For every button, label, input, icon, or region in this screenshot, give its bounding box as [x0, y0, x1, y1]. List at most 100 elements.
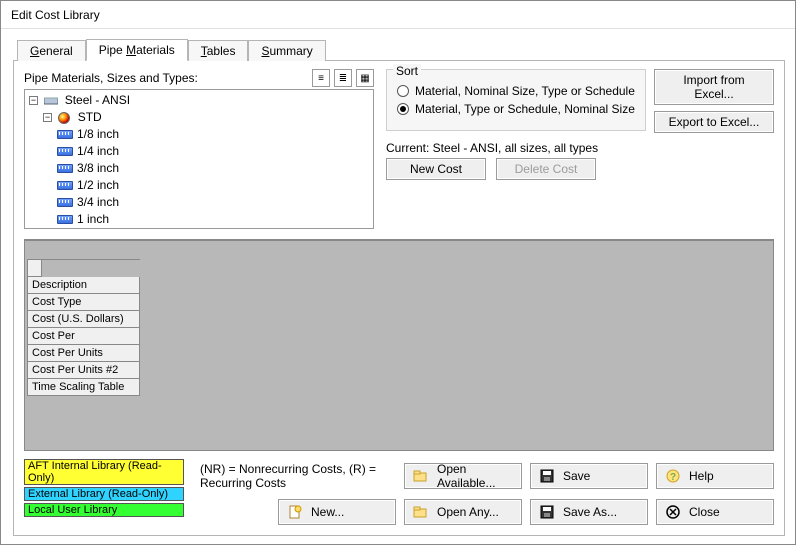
tree-root-label: Steel - ANSI — [65, 93, 130, 107]
tree-toolbar: ≡ ≣ ▦ — [312, 69, 374, 87]
tab-summary[interactable]: Summary — [248, 40, 325, 61]
grid-row-header[interactable]: Time Scaling Table — [28, 379, 140, 396]
tree-std-label: STD — [78, 110, 102, 124]
cost-grid-area[interactable]: Description Cost Type Cost (U.S. Dollars… — [24, 239, 774, 451]
new-button[interactable]: New... — [278, 499, 396, 525]
collapse-node-icon[interactable]: ≣ — [334, 69, 352, 87]
legend-local: Local User Library — [24, 503, 184, 517]
material-tree[interactable]: − Steel - ANSI − STD — [24, 89, 374, 229]
sort-option-1[interactable]: Material, Nominal Size, Type or Schedule — [397, 84, 635, 98]
legend-external: External Library (Read-Only) — [24, 487, 184, 501]
sort-group: Sort Material, Nominal Size, Type or Sch… — [386, 69, 646, 131]
size-icon — [57, 164, 73, 173]
schedule-icon — [58, 112, 70, 124]
tab-tables[interactable]: Tables — [188, 40, 249, 61]
select-node-icon[interactable]: ▦ — [356, 69, 374, 87]
sort-opt1-label: Material, Nominal Size, Type or Schedule — [415, 84, 635, 98]
pipe-icon — [44, 95, 58, 107]
tree-node-size[interactable]: 3/4 inch — [57, 194, 373, 211]
library-legend: AFT Internal Library (Read-Only) Externa… — [24, 459, 184, 519]
grid-row-header[interactable]: Cost Type — [28, 294, 140, 311]
tab-general-key: G — [30, 44, 39, 58]
svg-text:?: ? — [670, 472, 676, 483]
tree-column: Pipe Materials, Sizes and Types: ≡ ≣ ▦ − — [24, 69, 374, 229]
save-button[interactable]: Save — [530, 463, 648, 489]
tree-node-size[interactable]: 1/8 inch — [57, 126, 373, 143]
btn-label: Save — [563, 469, 590, 483]
sort-opt2-label: Material, Type or Schedule, Nominal Size — [415, 102, 635, 116]
window-title: Edit Cost Library — [11, 8, 100, 22]
excel-buttons: Import from Excel... Export to Excel... — [654, 69, 774, 133]
grid-row-header[interactable]: Cost Per Units #2 — [28, 362, 140, 379]
new-cost-button[interactable]: New Cost — [386, 158, 486, 180]
close-icon — [665, 504, 681, 520]
dialog-window: Edit Cost Library General Pipe Materials… — [0, 0, 796, 545]
row-headers: Description Cost Type Cost (U.S. Dollars… — [27, 259, 140, 396]
collapse-icon[interactable]: − — [29, 96, 38, 105]
size-icon — [57, 130, 73, 139]
folder-open-icon — [413, 468, 429, 484]
size-icon — [57, 181, 73, 190]
grid-row-header[interactable]: Description — [28, 277, 140, 294]
close-button[interactable]: Close — [656, 499, 774, 525]
btn-label: Open Any... — [437, 505, 499, 519]
tab-tables-key: T — [201, 44, 207, 58]
help-button[interactable]: ? Help — [656, 463, 774, 489]
new-file-icon — [287, 504, 303, 520]
right-column: Sort Material, Nominal Size, Type or Sch… — [386, 69, 774, 229]
corner-cell — [28, 260, 42, 277]
size-label: 1/4 inch — [77, 144, 119, 158]
size-label: 1/2 inch — [77, 178, 119, 192]
delete-cost-button: Delete Cost — [496, 158, 596, 180]
tab-pipe-materials[interactable]: Pipe Materials — [86, 39, 188, 61]
tree-node-size[interactable]: 3/8 inch — [57, 160, 373, 177]
grid-row-header[interactable]: Cost Per — [28, 328, 140, 345]
open-available-button[interactable]: Open Available... — [404, 463, 522, 489]
tree-node-size[interactable]: 1/2 inch — [57, 177, 373, 194]
tab-strip: General Pipe Materials Tables Summary — [13, 39, 785, 61]
tree-node-root[interactable]: − Steel - ANSI − STD — [29, 92, 373, 229]
radio-icon[interactable] — [397, 103, 409, 115]
size-label: 1 inch — [77, 212, 109, 226]
tab-general[interactable]: General — [17, 40, 86, 61]
sort-option-2[interactable]: Material, Type or Schedule, Nominal Size — [397, 102, 635, 116]
folder-icon — [413, 504, 429, 520]
tree-header-label: Pipe Materials, Sizes and Types: — [24, 71, 198, 85]
grid-row-header[interactable]: Cost (U.S. Dollars) — [28, 311, 140, 328]
import-excel-button[interactable]: Import from Excel... — [654, 69, 774, 105]
help-icon: ? — [665, 468, 681, 484]
tree-node-size[interactable]: 1-1/4 inch — [57, 228, 373, 229]
save-as-button[interactable]: Save As... — [530, 499, 648, 525]
btn-label: Help — [689, 469, 714, 483]
save-as-icon — [539, 504, 555, 520]
export-excel-button[interactable]: Export to Excel... — [654, 111, 774, 133]
btn-label: Close — [689, 505, 720, 519]
tab-summary-key: S — [261, 44, 269, 58]
legend-aft: AFT Internal Library (Read-Only) — [24, 459, 184, 485]
tree-node-std[interactable]: − STD 1/8 inch 1/4 inch 3/8 inch 1/2 inc… — [43, 109, 373, 229]
open-any-button[interactable]: Open Any... — [404, 499, 522, 525]
sort-legend: Sort — [393, 64, 421, 78]
save-icon — [539, 468, 555, 484]
tab-panel: Pipe Materials, Sizes and Types: ≡ ≣ ▦ − — [13, 61, 785, 536]
radio-icon[interactable] — [397, 85, 409, 97]
client-area: General Pipe Materials Tables Summary Pi… — [1, 29, 795, 544]
tree-node-size[interactable]: 1/4 inch — [57, 143, 373, 160]
tree-node-size[interactable]: 1 inch — [57, 211, 373, 228]
grid-row-header[interactable]: Cost Per Units — [28, 345, 140, 362]
cost-type-hint: (NR) = Nonrecurring Costs, (R) = Recurri… — [200, 462, 396, 490]
collapse-icon[interactable]: − — [43, 113, 52, 122]
expand-node-icon[interactable]: ≡ — [312, 69, 330, 87]
size-icon — [57, 215, 73, 224]
tab-materials-key: M — [126, 43, 136, 57]
btn-label: Open Available... — [437, 462, 513, 490]
size-label: 3/4 inch — [77, 195, 119, 209]
footer: AFT Internal Library (Read-Only) Externa… — [24, 459, 774, 525]
title-bar: Edit Cost Library — [1, 1, 795, 29]
upper-row: Pipe Materials, Sizes and Types: ≡ ≣ ▦ − — [24, 69, 774, 229]
current-selection-label: Current: Steel - ANSI, all sizes, all ty… — [386, 141, 774, 155]
size-icon — [57, 147, 73, 156]
size-label: 3/8 inch — [77, 161, 119, 175]
size-icon — [57, 198, 73, 207]
btn-label: New... — [311, 505, 344, 519]
